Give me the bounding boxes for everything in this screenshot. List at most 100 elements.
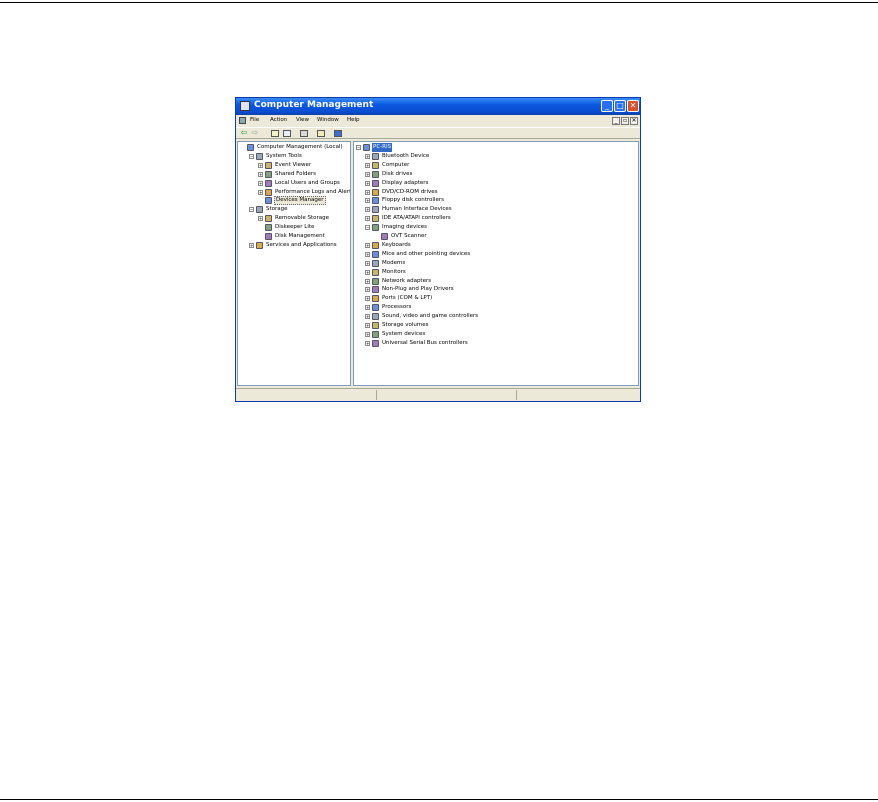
tree-node-label: OVT Scanner (391, 233, 427, 239)
child-restore-button[interactable]: ▫ (621, 117, 629, 125)
mouse-icon (372, 250, 379, 258)
tree-node-label: Floppy disk controllers (382, 197, 444, 204)
tree-expander-icon[interactable]: + (365, 198, 370, 204)
bottom-rule (0, 799, 878, 800)
device-tree-pane[interactable]: − PC-RIS + Bluetooth Device + Computer + Disk d… (353, 141, 639, 386)
tree-expander-icon[interactable]: + (258, 162, 263, 168)
tree-expander-icon[interactable]: + (365, 216, 370, 222)
menu-file[interactable]: File (250, 117, 259, 123)
help-icon[interactable] (334, 130, 342, 137)
network-adapter-icon (372, 277, 379, 285)
tree-expander-icon[interactable]: + (258, 171, 263, 177)
tree-expander-icon[interactable]: + (365, 340, 370, 346)
tree-expander-icon[interactable]: + (365, 296, 370, 302)
tree-expander-icon[interactable]: + (365, 180, 370, 186)
disk-management-icon (265, 233, 272, 240)
forward-arrow-icon[interactable]: ⇨ (251, 129, 259, 137)
title-bar[interactable]: Computer Management _ □ ✕ (236, 98, 640, 115)
tree-expander-icon[interactable]: + (365, 260, 370, 266)
status-segment-3 (516, 390, 640, 400)
child-minimize-button[interactable]: _ (612, 117, 620, 125)
scanner-warning-icon (381, 233, 388, 240)
menu-help[interactable]: Help (347, 117, 360, 123)
diskeeper-icon (265, 224, 272, 232)
tree-expander-icon[interactable]: + (365, 323, 370, 328)
tree-node-label: Bluetooth Device (382, 152, 430, 159)
tree-expander-icon[interactable]: + (365, 162, 370, 168)
monitor-icon (372, 268, 379, 276)
bluetooth-icon (372, 152, 379, 160)
tree-expander-icon[interactable]: + (249, 242, 254, 248)
tree-node-label: Universal Serial Bus controllers (382, 339, 468, 346)
tree-expander-icon[interactable]: − (249, 153, 254, 159)
minimize-button[interactable]: _ (601, 100, 613, 112)
tree-node-label: Sound, video and game controllers (382, 313, 479, 320)
removable-storage-icon (265, 215, 272, 223)
tree-expander-icon[interactable]: + (365, 171, 370, 177)
floppy-controller-icon (372, 197, 379, 205)
tree-expander-icon[interactable]: + (365, 251, 370, 257)
tree-node-label: Local Users and Groups (275, 179, 340, 186)
tree-expander-icon[interactable]: − (365, 225, 370, 231)
tree-expander-icon[interactable]: − (356, 145, 361, 150)
up-folder-icon[interactable] (271, 130, 279, 137)
tree-expander-icon[interactable]: + (258, 189, 263, 195)
imaging-devices-icon (372, 224, 379, 232)
tree-node-label: Devices Manager (274, 196, 326, 206)
tree-expander-icon[interactable]: − (249, 207, 254, 213)
tree-node-label: IDE ATA/ATAPI controllers (382, 215, 451, 222)
status-segment-2 (376, 390, 516, 400)
tree-node-label: Processors (382, 304, 412, 311)
print-icon[interactable] (300, 130, 308, 137)
computer-icon (363, 144, 370, 151)
back-arrow-icon[interactable]: ⇦ (240, 129, 248, 137)
tree-node-label: Computer (382, 161, 410, 168)
tree-expander-icon[interactable]: + (365, 207, 370, 213)
keyboard-icon (372, 241, 379, 249)
tree-node-label: Computer Management (Local) (257, 144, 343, 150)
tree-node-label: System devices (382, 330, 426, 337)
mmc-menu-icon[interactable] (239, 117, 246, 124)
tree-expander-icon[interactable]: + (365, 269, 370, 275)
device-manager-icon (265, 197, 272, 205)
tree-node-label: Event Viewer (275, 161, 312, 168)
tree-node-label: Human Interface Devices (382, 206, 452, 213)
users-groups-icon (265, 179, 272, 187)
show-hide-tree-icon[interactable] (283, 130, 291, 137)
tree-node-label: Performance Logs and Alerts (275, 188, 351, 195)
tree-node-label: Storage (266, 206, 288, 213)
tree-node-label: Shared Folders (275, 170, 316, 177)
tree-expander-icon[interactable]: + (365, 287, 370, 293)
child-close-button[interactable]: ✕ (630, 117, 638, 125)
non-pnp-icon (372, 286, 379, 294)
status-bar (236, 388, 640, 401)
menu-window[interactable]: Window (317, 117, 339, 123)
menu-action[interactable]: Action (270, 117, 287, 123)
tree-expander-icon[interactable]: + (258, 216, 263, 222)
menu-view[interactable]: View (296, 117, 309, 123)
close-button[interactable]: ✕ (627, 100, 639, 112)
app-icon (240, 101, 250, 111)
tree-expander-icon[interactable]: + (365, 305, 370, 311)
tree-node-label: Network adapters (382, 277, 432, 284)
menu-bar: File Action View Window Help _ ▫ ✕ (236, 116, 640, 126)
tree-expander-icon[interactable]: + (365, 242, 370, 248)
processor-icon (372, 304, 379, 312)
tree-expander-icon[interactable]: + (365, 278, 370, 284)
tree-expander-icon[interactable]: + (365, 331, 370, 337)
shared-folders-icon (265, 170, 272, 178)
system-devices-icon (372, 330, 379, 338)
tree-node-label: Storage volumes (382, 322, 429, 328)
properties-icon[interactable] (317, 130, 325, 137)
tree-expander-icon[interactable]: + (365, 153, 370, 159)
tree-node-label: Non-Plug and Play Drivers (382, 286, 454, 293)
disk-drive-icon (372, 170, 379, 178)
usb-icon (372, 339, 379, 347)
console-tree-pane[interactable]: Computer Management (Local) − System Tools… (237, 141, 351, 386)
maximize-button[interactable]: □ (614, 100, 626, 112)
storage-icon (256, 206, 263, 214)
tree-expander-icon[interactable]: + (365, 189, 370, 195)
tree-node-label: PC-RIS (372, 143, 393, 152)
tree-expander-icon[interactable]: + (365, 314, 370, 320)
tree-expander-icon[interactable]: + (258, 180, 263, 186)
